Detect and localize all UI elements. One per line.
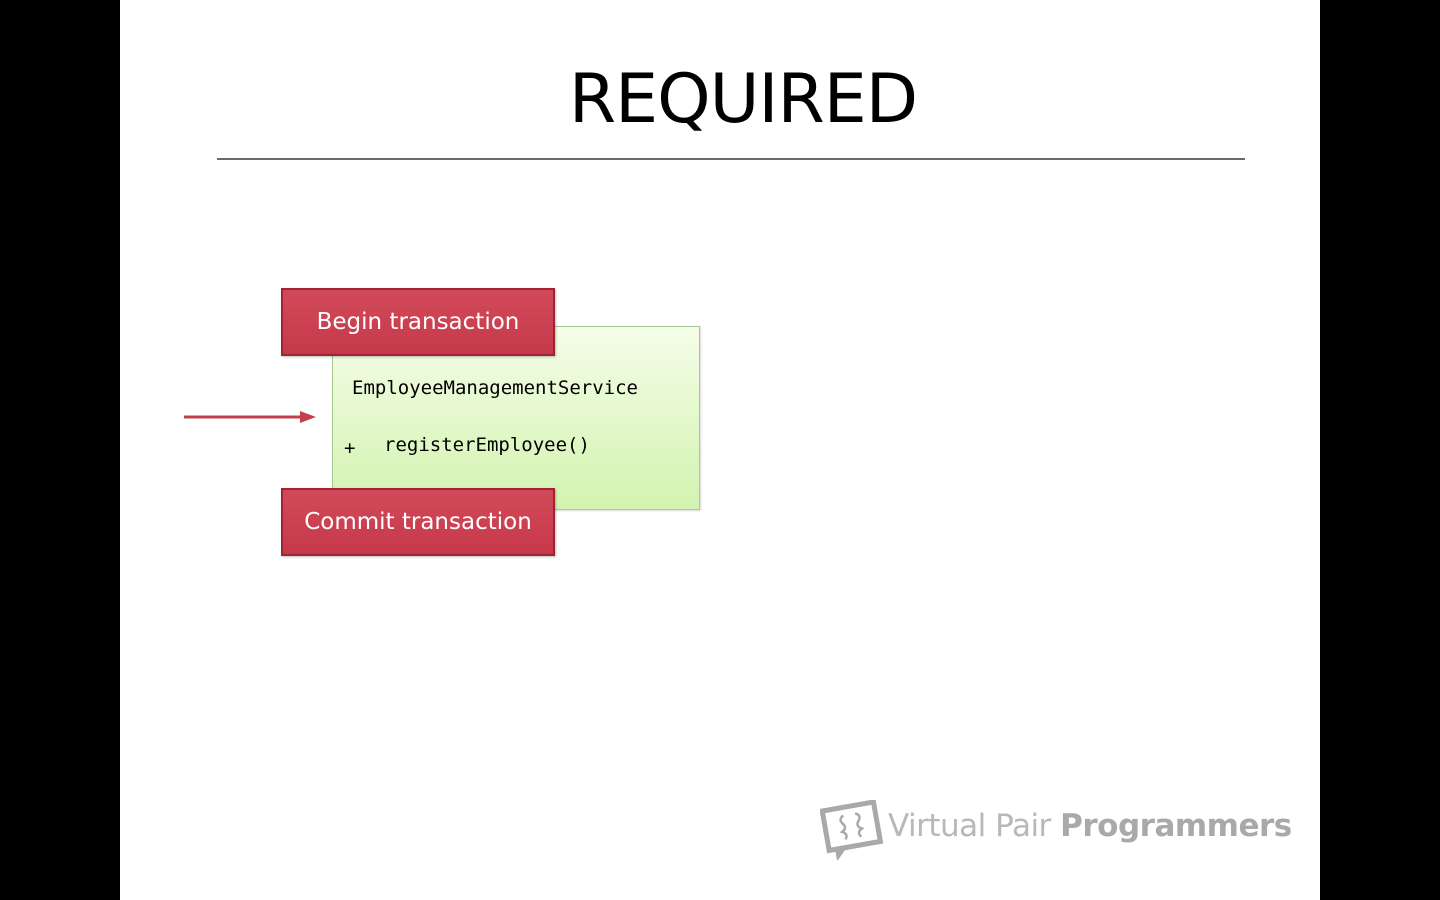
- brand-logo-text-bold: Programmers: [1060, 808, 1292, 844]
- method-visibility: +: [344, 437, 356, 459]
- begin-transaction-box: Begin transaction: [281, 288, 555, 356]
- brand-logo-text-light: Virtual Pair: [888, 808, 1061, 844]
- brand-logo-text: Virtual Pair Programmers: [888, 808, 1292, 844]
- brand-logo: Virtual Pair Programmers: [820, 798, 1292, 862]
- slide-title: REQUIRED: [568, 60, 918, 139]
- service-class-name: EmployeeManagementService: [352, 377, 638, 399]
- title-divider: [217, 158, 1245, 160]
- commit-transaction-box: Commit transaction: [281, 488, 555, 556]
- call-arrow-icon: [184, 411, 316, 423]
- speech-bubble-logo-icon: [820, 800, 884, 860]
- method-name: registerEmployee(): [384, 434, 590, 456]
- slide: REQUIRED EmployeeManagementService + reg…: [120, 0, 1320, 900]
